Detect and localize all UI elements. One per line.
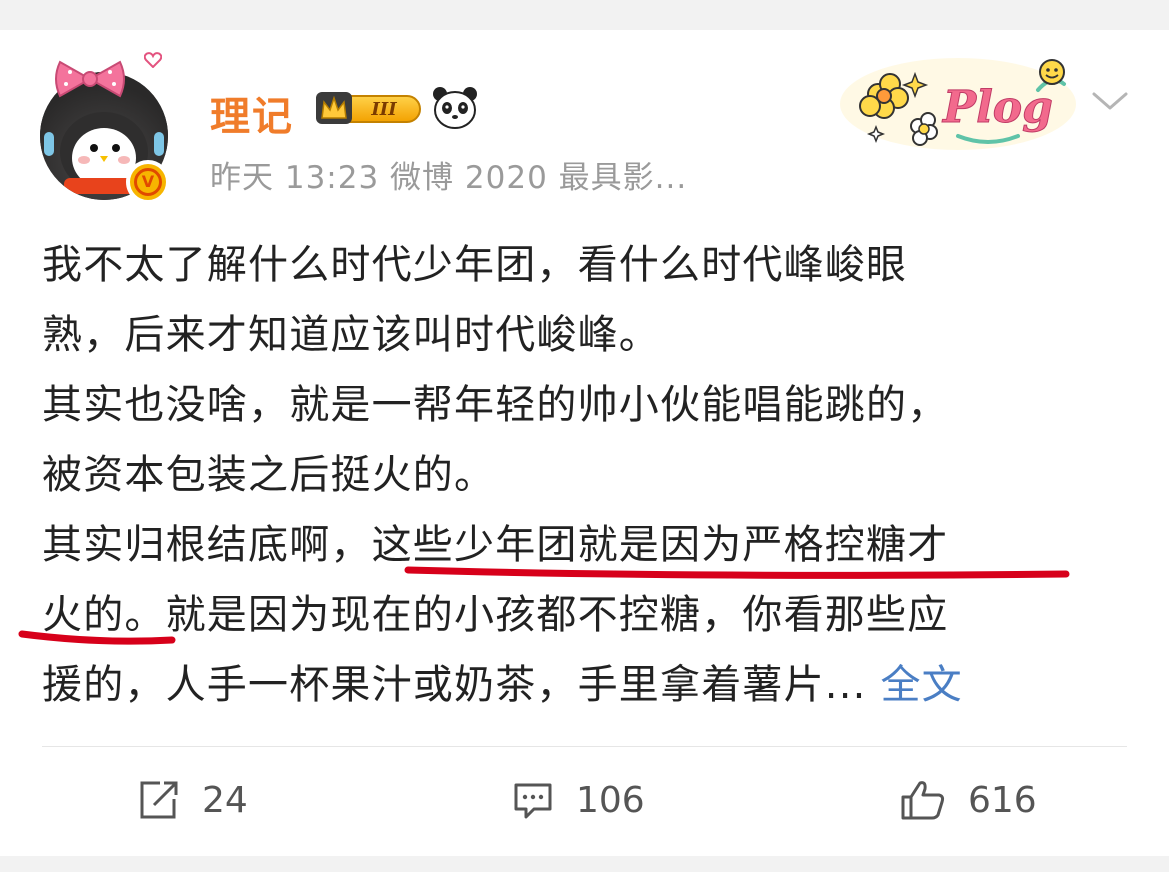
panda-icon [433, 87, 477, 129]
repost-icon [140, 781, 178, 819]
body-text: 其实归根结底啊， [42, 522, 372, 568]
bottom-separator [0, 856, 1169, 872]
body-line: 援的，人手一杯果汁或奶茶，手里拿着薯片... 全文 [42, 650, 1132, 720]
body-line: 其实归根结底啊，这些少年团就是因为严格控糖才 [42, 510, 1132, 580]
verified-badge: V [126, 160, 170, 204]
divider [42, 746, 1127, 747]
repost-count: 24 [202, 779, 248, 821]
repost-button[interactable]: 24 [138, 778, 248, 822]
username[interactable]: 理记 [210, 84, 294, 142]
comment-icon [514, 783, 552, 819]
member-level-text: III [370, 99, 397, 120]
plog-decoration: Plog [840, 58, 1076, 150]
body-line: 火的。就是因为现在的小孩都不控糖，你看那些应 [42, 580, 1132, 650]
weibo-post-card: V 理记 III 昨天 13:23 微博 2020 最具影... Plog 我不… [0, 30, 1169, 856]
heart-icon [144, 52, 162, 68]
body-line: 熟，后来才知道应该叫时代峻峰。 [42, 312, 660, 358]
like-button[interactable]: 616 [900, 778, 1037, 822]
body-text: 援的，人手一杯果汁或奶茶，手里拿着薯片... [42, 662, 867, 708]
verified-mark: V [134, 168, 162, 196]
body-line: 其实也没啥，就是一帮年轻的帅小伙能唱能跳的， [42, 382, 949, 428]
chevron-down-icon[interactable] [1090, 86, 1130, 116]
post-body: 我不太了解什么时代少年团，看什么时代峰峻眼 熟，后来才知道应该叫时代峻峰。 其实… [42, 230, 1132, 720]
like-count: 616 [968, 779, 1037, 821]
smiley-icon [1039, 59, 1065, 85]
body-text: 就是因为现在的小孩都不控糖，你看那些应 [165, 592, 949, 638]
comment-button[interactable]: 106 [512, 778, 645, 822]
post-meta: 昨天 13:23 微博 2020 最具影... [210, 160, 688, 196]
comment-count: 106 [576, 779, 645, 821]
highlighted-text: 这些少年团就是因为严格控糖才 [371, 522, 949, 568]
bow-icon [55, 60, 125, 98]
full-text-link[interactable]: 全文 [880, 662, 962, 708]
thumbs-up-icon [901, 781, 945, 820]
crown-badge-icon[interactable]: III [312, 88, 424, 128]
body-line: 我不太了解什么时代少年团，看什么时代峰峻眼 [42, 242, 908, 288]
body-line: 被资本包装之后挺火的。 [42, 452, 496, 498]
highlighted-text: 火的。 [42, 592, 166, 638]
